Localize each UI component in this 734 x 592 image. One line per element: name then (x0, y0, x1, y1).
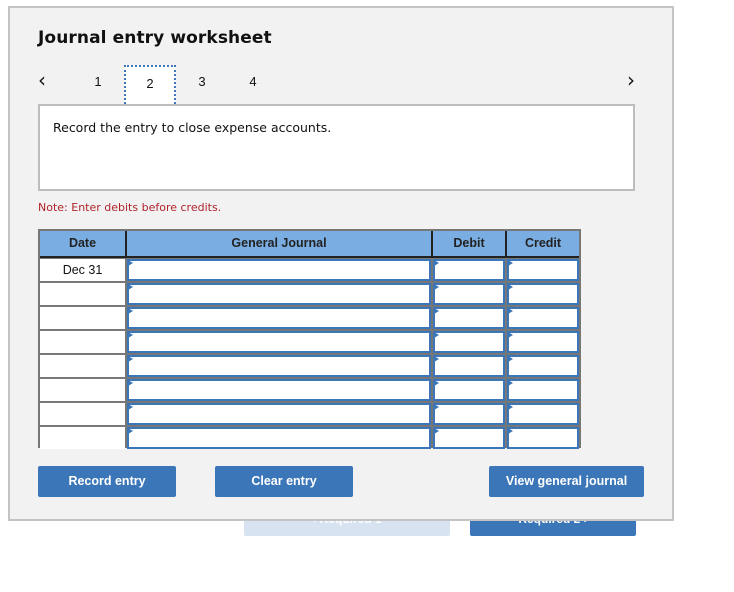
tab-3[interactable]: 3 (176, 65, 228, 107)
header-date: Date (40, 231, 125, 258)
credit-input[interactable] (507, 331, 579, 353)
account-input[interactable] (127, 427, 431, 449)
record-entry-button[interactable]: Record entry (38, 466, 176, 497)
credit-input[interactable] (507, 307, 579, 329)
date-cell: Dec 31 (40, 259, 125, 281)
journal-entry-worksheet-panel: Journal entry worksheet ‹ 1 2 3 4 › Reco… (8, 6, 674, 521)
account-input[interactable] (127, 355, 431, 377)
account-input[interactable] (127, 283, 431, 305)
debit-input[interactable] (433, 307, 505, 329)
header-divider (431, 231, 433, 258)
credit-input[interactable] (507, 283, 579, 305)
debit-input[interactable] (433, 355, 505, 377)
date-cell (40, 331, 125, 353)
chevron-right-icon[interactable]: › (627, 68, 635, 92)
account-input[interactable] (127, 331, 431, 353)
date-cell (40, 427, 125, 449)
credit-input[interactable] (507, 427, 579, 449)
account-input[interactable] (127, 259, 431, 281)
debit-input[interactable] (433, 259, 505, 281)
header-general-journal: General Journal (127, 231, 431, 258)
credit-input[interactable] (507, 355, 579, 377)
header-credit: Credit (507, 231, 579, 258)
credit-input[interactable] (507, 379, 579, 401)
date-cell (40, 379, 125, 401)
debit-input[interactable] (433, 283, 505, 305)
debit-input[interactable] (433, 331, 505, 353)
view-general-journal-button[interactable]: View general journal (489, 466, 644, 497)
credit-input[interactable] (507, 403, 579, 425)
header-debit: Debit (433, 231, 505, 258)
account-input[interactable] (127, 307, 431, 329)
date-cell (40, 403, 125, 425)
account-input[interactable] (127, 379, 431, 401)
clear-entry-button[interactable]: Clear entry (215, 466, 353, 497)
account-input[interactable] (127, 403, 431, 425)
header-divider (125, 231, 127, 258)
debit-input[interactable] (433, 379, 505, 401)
instruction-text: Record the entry to close expense accoun… (53, 120, 332, 135)
tab-1[interactable]: 1 (72, 65, 124, 107)
instruction-box: Record the entry to close expense accoun… (38, 104, 635, 191)
worksheet-title: Journal entry worksheet (38, 28, 272, 48)
debit-input[interactable] (433, 403, 505, 425)
credit-input[interactable] (507, 259, 579, 281)
header-divider (505, 231, 507, 258)
date-cell (40, 283, 125, 305)
note-text: Note: Enter debits before credits. (38, 201, 222, 214)
chevron-left-icon[interactable]: ‹ (38, 68, 46, 92)
date-cell (40, 355, 125, 377)
journal-table: Date General Journal Debit Credit Dec 31 (38, 229, 581, 449)
date-cell (40, 307, 125, 329)
tab-2[interactable]: 2 (124, 65, 176, 108)
tab-4[interactable]: 4 (227, 65, 279, 107)
debit-input[interactable] (433, 427, 505, 449)
